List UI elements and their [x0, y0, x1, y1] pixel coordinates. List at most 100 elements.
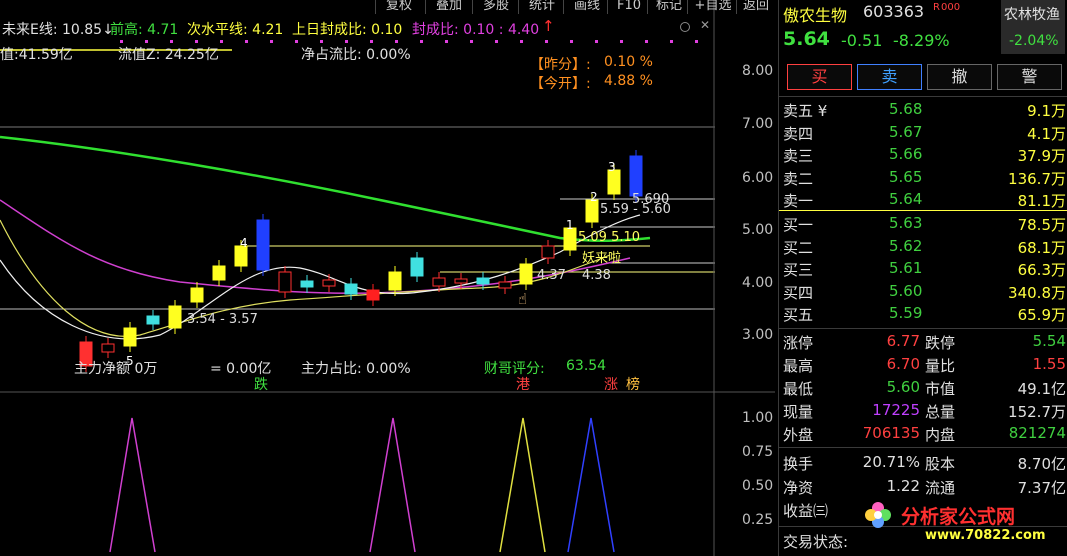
bid-row[interactable]: 买三 5.61 66.3万 — [779, 257, 1067, 280]
bid-label: 买五 — [783, 306, 814, 324]
close-icon[interactable]: ✕ — [700, 18, 710, 32]
signal-dot — [620, 40, 623, 43]
price-change: -0.51 — [841, 31, 883, 50]
sector-name[interactable]: 农林牧渔 — [1004, 4, 1060, 24]
stat-label: 流通 — [925, 479, 956, 497]
stat2-row[interactable]: 净资 1.22 流通 7.37亿 — [779, 475, 1067, 498]
toolbar-biaoji[interactable]: 标记 — [647, 0, 690, 14]
annot-438: 4.38 — [582, 268, 611, 283]
toolbar-add-watch[interactable]: +自选 — [687, 0, 738, 14]
ask-row[interactable]: 卖三 5.66 37.9万 — [779, 143, 1067, 166]
stat-value: 5.60 — [886, 378, 920, 396]
watermark-text: 分析家公式网 — [901, 506, 1016, 528]
candle-body — [498, 281, 512, 289]
bid-volume: 340.8万 — [1008, 283, 1066, 302]
signal-dots — [120, 40, 698, 43]
stat-value: 20.71% — [862, 453, 920, 471]
net-ratio-label: 净占流比: 0.00% — [301, 47, 411, 63]
main-net-label: 主力净额 0万 — [74, 361, 158, 377]
stat-row[interactable]: 最低 5.60 市值 49.1亿 — [779, 376, 1067, 399]
bid-price: 5.60 — [889, 281, 923, 300]
y-tick-sub-025: 0.25 — [742, 512, 774, 528]
bid-volume: 68.1万 — [1017, 238, 1066, 257]
stat-label: 现量 — [783, 403, 814, 421]
ask-row[interactable]: 卖二 5.65 136.7万 — [779, 166, 1067, 189]
y-tick-sub-050: 0.50 — [742, 478, 774, 494]
stat2-row[interactable]: 换手 20.71% 股本 8.70亿 — [779, 451, 1067, 474]
seal-ratio-label: 封成比: 0.10 : 4.40 — [412, 22, 540, 38]
ask-volume: 81.1万 — [1017, 192, 1066, 210]
kline-chart[interactable]: 复权 叠加 多股 统计 画线 F10 标记 +自选 返回 未来E线: 10.85… — [0, 0, 775, 556]
prev-high-label: 前高: 4.71 — [110, 22, 179, 38]
bid-row[interactable]: 买二 5.62 68.1万 — [779, 235, 1067, 258]
toolbar-f10[interactable]: F10 — [607, 0, 650, 14]
alert-button[interactable]: 警 — [997, 64, 1062, 90]
toolbar-duogu[interactable]: 多股 — [472, 0, 519, 14]
candle-body — [190, 287, 204, 303]
candle-body — [476, 277, 490, 285]
current-price: 5.64 — [783, 28, 830, 50]
stock-code: 603363 — [863, 2, 925, 21]
ask-row[interactable]: 卖五 ¥ 5.68 9.1万 — [779, 98, 1067, 121]
candles-group — [79, 150, 643, 372]
stat-value: 6.70 — [886, 355, 920, 373]
income-label[interactable]: 收益㈢ — [783, 500, 828, 521]
stat-value: 17225 — [872, 401, 920, 419]
candle-body — [322, 279, 336, 287]
bid-price: 5.63 — [889, 214, 923, 232]
bid-row[interactable]: 买一 5.63 78.5万 — [779, 212, 1067, 235]
toolbar-fuquan[interactable]: 复权 — [375, 0, 422, 14]
stat-value: 7.37亿 — [1017, 479, 1066, 497]
candle-body — [256, 219, 270, 271]
cancel-button[interactable]: 撤 — [927, 64, 992, 90]
stat-label: 股本 — [925, 455, 956, 473]
stat-row[interactable]: 外盘 706135 内盘 821274 — [779, 422, 1067, 445]
stat-row[interactable]: 涨停 6.77 跌停 5.54 — [779, 330, 1067, 353]
toolbar-diejia[interactable]: 叠加 — [425, 0, 472, 14]
stat-label: 跌停 — [925, 334, 956, 352]
candle-body — [146, 315, 160, 325]
chart-canvas[interactable] — [0, 0, 775, 556]
stat-label: 最高 — [783, 357, 814, 375]
signal-dot — [645, 40, 648, 43]
stat-value: 6.77 — [886, 332, 920, 350]
ma-purple — [0, 199, 631, 295]
badge-jinkai-label: 【今开】: — [530, 76, 591, 92]
stat-label: 量比 — [925, 357, 956, 375]
bid-row[interactable]: 买五 5.59 65.9万 — [779, 302, 1067, 325]
stat-label: 外盘 — [783, 426, 814, 444]
toolbar-tongji[interactable]: 统计 — [518, 0, 565, 14]
ask-row[interactable]: 卖四 5.67 4.1万 — [779, 121, 1067, 144]
watermark-url: www.70822.com — [925, 528, 1046, 543]
stat-label: 内盘 — [925, 426, 956, 444]
candle-body — [278, 271, 292, 293]
ask-label: 卖二 — [783, 169, 814, 188]
score-value: 63.54 — [566, 358, 607, 374]
ask-row[interactable]: 卖一 5.64 81.1万 — [779, 188, 1067, 211]
toolbar-huaxian[interactable]: 画线 — [563, 0, 610, 14]
y-tick-300: 3.00 — [742, 327, 774, 343]
stock-tag-r: R — [933, 2, 940, 13]
sell-button[interactable]: 卖 — [857, 64, 922, 90]
settings-dot-icon[interactable] — [680, 22, 690, 32]
stat-label: 总量 — [925, 403, 956, 421]
signal-dot — [470, 40, 473, 43]
signal-dot — [245, 40, 248, 43]
stat-row[interactable]: 现量 17225 总量 152.7万 — [779, 399, 1067, 422]
toolbar-back[interactable]: 返回 — [736, 0, 775, 14]
trade-status-label: 交易状态: — [783, 533, 849, 551]
candle-body — [212, 265, 226, 281]
candle-body — [123, 327, 137, 347]
ask-label: 卖一 — [783, 192, 814, 210]
stat-row[interactable]: 最高 6.70 量比 1.55 — [779, 353, 1067, 376]
signal-peak-1 — [109, 417, 156, 553]
ask-volume: 4.1万 — [1027, 124, 1066, 143]
signal-dot — [520, 40, 523, 43]
quote-panel: 傲农生物 603363 R 000 5.64 -0.51 -8.29% 农林牧渔… — [778, 0, 1067, 556]
bid-row[interactable]: 买四 5.60 340.8万 — [779, 280, 1067, 303]
buy-button[interactable]: 买 — [787, 64, 852, 90]
y-tick-700: 7.00 — [742, 116, 774, 132]
signal-dot — [370, 40, 373, 43]
y-tick-400: 4.00 — [742, 275, 774, 291]
sub-level-label: 次水平线: 4.21 — [187, 22, 284, 38]
